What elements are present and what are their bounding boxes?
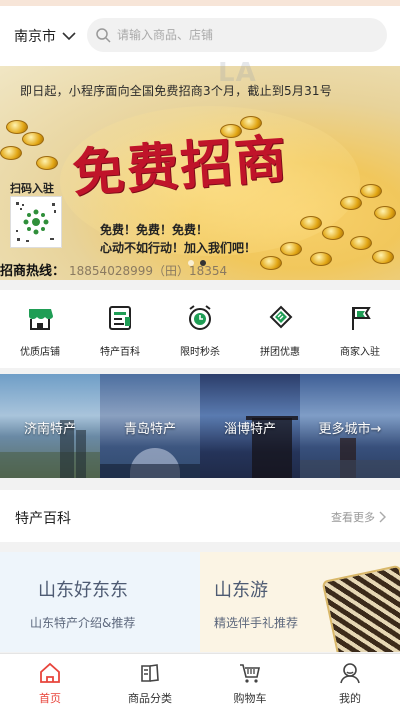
banner-title: 免费招商 xyxy=(70,128,291,205)
feature-cards: 山东好东东 山东特产介绍&推荐 山东游 精选伴手礼推荐 xyxy=(0,552,400,652)
home-icon xyxy=(37,660,63,686)
search-bar[interactable] xyxy=(87,18,387,52)
search-input[interactable] xyxy=(117,28,367,42)
view-more-label: 查看更多 xyxy=(331,511,375,524)
home-page: 南京市 即日起，小程序面向全国免费招商3个月， xyxy=(0,0,400,711)
flag-icon xyxy=(344,302,376,334)
tab-profile[interactable]: 我的 xyxy=(300,654,400,711)
city-cards: 济南特产 青岛特产 淄博特产 更多城市→ xyxy=(0,374,400,478)
quick-nav: 优质店铺 特产百科 限时秒杀 拼团优惠 商家入驻 xyxy=(0,290,400,368)
hotline-label: 招商热线： xyxy=(0,264,66,279)
feature-card-shandong-goods[interactable]: 山东好东东 山东特产介绍&推荐 xyxy=(0,552,200,652)
quick-nav-label: 特产百科 xyxy=(100,347,140,358)
qr-code-icon xyxy=(16,202,56,242)
feature-title: 山东好东东 xyxy=(38,580,128,601)
city-card-zibo[interactable]: 淄博特产 xyxy=(200,374,300,478)
category-icon xyxy=(137,660,163,686)
city-card-more-cities[interactable]: 更多城市→ xyxy=(300,374,400,478)
section-title: 特产百科 xyxy=(15,511,71,527)
quick-nav-specialty-wiki[interactable]: 特产百科 xyxy=(80,290,160,368)
view-more-link[interactable]: 查看更多 xyxy=(331,509,386,525)
qr-code xyxy=(10,196,62,248)
city-card-label: 更多城市→ xyxy=(318,422,382,437)
city-card-label: 青岛特产 xyxy=(123,422,176,437)
tab-cart[interactable]: 购物车 xyxy=(200,654,300,711)
city-card-qingdao[interactable]: 青岛特产 xyxy=(100,374,200,478)
watermark: LA xyxy=(218,58,257,88)
document-icon xyxy=(104,302,136,334)
quick-nav-label: 拼团优惠 xyxy=(260,347,300,358)
city-card-label: 济南特产 xyxy=(23,422,76,437)
feature-subtitle: 精选伴手礼推荐 xyxy=(214,616,299,630)
tab-label: 我的 xyxy=(339,692,361,705)
feature-subtitle: 山东特产介绍&推荐 xyxy=(30,616,136,630)
carousel-dot-active[interactable] xyxy=(200,260,206,266)
user-icon xyxy=(337,660,363,686)
store-icon xyxy=(24,302,56,334)
bottom-tab-bar: 首页 商品分类 购物车 我的 xyxy=(0,653,400,711)
hotline-number: 18854028999（田）18354 xyxy=(69,264,228,278)
tab-categories[interactable]: 商品分类 xyxy=(100,654,200,711)
city-card-label: 淄博特产 xyxy=(223,422,276,437)
city-label: 南京市 xyxy=(14,29,56,45)
quick-nav-label: 优质店铺 xyxy=(20,347,60,358)
tab-label: 首页 xyxy=(39,692,61,705)
quick-nav-merchant-join[interactable]: 商家入驻 xyxy=(320,290,400,368)
quick-nav-group-buy[interactable]: 拼团优惠 xyxy=(240,290,320,368)
cart-icon xyxy=(237,660,263,686)
ticket-icon xyxy=(264,302,296,334)
feature-card-shandong-travel[interactable]: 山东游 精选伴手礼推荐 xyxy=(200,552,400,652)
promo-banner[interactable]: 即日起，小程序面向全国免费招商3个月，截止到5月31号 免费招商 扫码入驻 免费… xyxy=(0,66,400,280)
feature-title: 山东游 xyxy=(214,580,268,601)
section-header: 特产百科 查看更多 xyxy=(0,490,400,542)
city-card-jinan[interactable]: 济南特产 xyxy=(0,374,100,478)
tab-home[interactable]: 首页 xyxy=(0,654,100,711)
slogan-line-2: 心动不如行动！加入我们吧！ xyxy=(100,241,257,255)
slogan-line-1: 免费！免费！免费！ xyxy=(100,223,209,237)
food-image xyxy=(321,564,400,652)
carousel-dot[interactable] xyxy=(188,260,194,266)
search-icon xyxy=(96,28,111,43)
quick-nav-flash-sale[interactable]: 限时秒杀 xyxy=(160,290,240,368)
tab-label: 购物车 xyxy=(233,692,267,705)
chevron-down-icon xyxy=(62,31,76,40)
quick-nav-quality-stores[interactable]: 优质店铺 xyxy=(0,290,80,368)
quick-nav-label: 限时秒杀 xyxy=(180,347,220,358)
banner-headline: 即日起，小程序面向全国免费招商3个月，截止到5月31号 xyxy=(20,84,332,98)
header: 南京市 xyxy=(0,6,400,66)
carousel-dots xyxy=(188,260,206,266)
city-selector[interactable]: 南京市 xyxy=(14,25,76,47)
tab-label: 商品分类 xyxy=(128,692,172,705)
alarm-clock-icon xyxy=(184,302,216,334)
chevron-right-icon xyxy=(379,511,386,523)
qr-label: 扫码入驻 xyxy=(10,182,54,195)
banner-slogan: 免费！免费！免费！ 心动不如行动！加入我们吧！ xyxy=(100,221,256,257)
quick-nav-label: 商家入驻 xyxy=(340,347,380,358)
